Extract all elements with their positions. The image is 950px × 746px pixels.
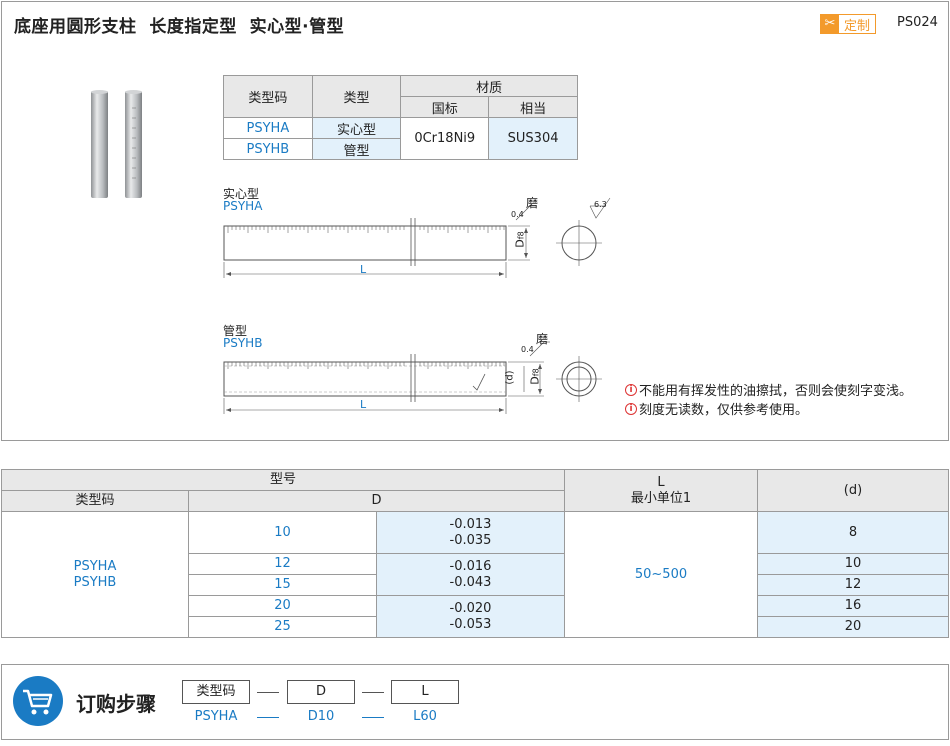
order-dash	[362, 717, 384, 718]
solid-roughness: 6.3	[594, 200, 607, 209]
th-type: 类型	[311, 75, 402, 118]
tube-dim-inner: (d)	[504, 370, 516, 385]
order-dash	[362, 692, 384, 693]
tube-dim-d: Df8	[528, 368, 542, 385]
order-dash	[257, 717, 279, 718]
order-field-d: D	[287, 680, 355, 704]
inner-d-value: 20	[757, 616, 949, 638]
custom-badge[interactable]: ✂ 定制	[820, 14, 876, 34]
note-item: i 刻度无读数，仅供参考使用。	[625, 399, 808, 418]
th-l: L 最小单位1	[564, 469, 758, 512]
type-cell: 管型	[311, 138, 402, 160]
th-inner-d: (d)	[757, 469, 949, 512]
tube-drawing	[223, 341, 602, 414]
d-value: 25	[188, 616, 377, 638]
order-title: 订购步骤	[76, 692, 156, 716]
solid-drawing	[223, 197, 611, 278]
type-code-cell: PSYHA	[223, 117, 313, 139]
type-code-cell: PSYHA PSYHB	[1, 511, 189, 638]
type-cell: 实心型	[311, 117, 402, 139]
order-field-type-code: 类型码	[182, 680, 250, 704]
solid-dim-d: Df8	[513, 231, 527, 248]
order-dash	[257, 692, 279, 693]
th-d: D	[188, 490, 565, 512]
d-tolerance: -0.020 -0.053	[376, 595, 565, 638]
inner-d-value: 12	[757, 574, 949, 596]
cart-icon	[13, 676, 63, 726]
spec-table: 型号 L 最小单位1 (d) 类型码 D PSYHA PSYHB 10 -0.013…	[1, 469, 949, 638]
material-table: 类型码 类型 材质 国标 相当 PSYHA 实心型 0Cr18Ni9 SUS30…	[223, 75, 578, 160]
d-tolerance: -0.013 -0.035	[376, 511, 565, 554]
badge-label: 定制	[844, 18, 871, 34]
tube-tolerance: 0.4	[521, 345, 534, 354]
scissors-icon: ✂	[821, 15, 839, 33]
th-type-code: 类型码	[223, 75, 313, 118]
inner-d-value: 10	[757, 553, 949, 575]
inner-d-value: 8	[757, 511, 949, 554]
th-material: 材质	[400, 75, 578, 97]
type-code-cell: PSYHB	[223, 138, 313, 160]
d-tolerance: -0.016 -0.043	[376, 553, 565, 596]
product-photo	[91, 90, 142, 198]
tube-grind-label: 磨	[536, 332, 549, 346]
tube-dim-l: L	[360, 398, 367, 411]
th-gb: 国标	[400, 96, 490, 118]
order-example-l: L60	[413, 709, 437, 724]
order-field-l: L	[391, 680, 459, 704]
gb-value: 0Cr18Ni9	[400, 117, 490, 160]
order-example-d: D10	[307, 709, 335, 724]
th-equiv: 相当	[488, 96, 578, 118]
info-icon: i	[625, 383, 637, 396]
note-item: i 不能用有挥发性的油擦拭，否则会使刻字变浅。	[625, 380, 912, 399]
page-title: 底座用圆形支柱 长度指定型 实心型·管型	[14, 17, 345, 37]
solid-tolerance: 0.4	[511, 210, 524, 219]
l-range: 50~500	[564, 511, 758, 638]
solid-grind-label: 磨	[526, 196, 539, 210]
inner-d-value: 16	[757, 595, 949, 617]
d-value: 12	[188, 553, 377, 575]
d-value: 10	[188, 511, 377, 554]
d-value: 20	[188, 595, 377, 617]
info-icon: i	[625, 402, 637, 415]
equiv-value: SUS304	[488, 117, 578, 160]
order-example-type-code: PSYHA	[194, 709, 238, 724]
solid-dim-l: L	[360, 263, 367, 276]
product-code: PS024	[897, 15, 938, 30]
d-value: 15	[188, 574, 377, 596]
th-type-code: 类型码	[1, 490, 189, 512]
th-model: 型号	[1, 469, 565, 491]
